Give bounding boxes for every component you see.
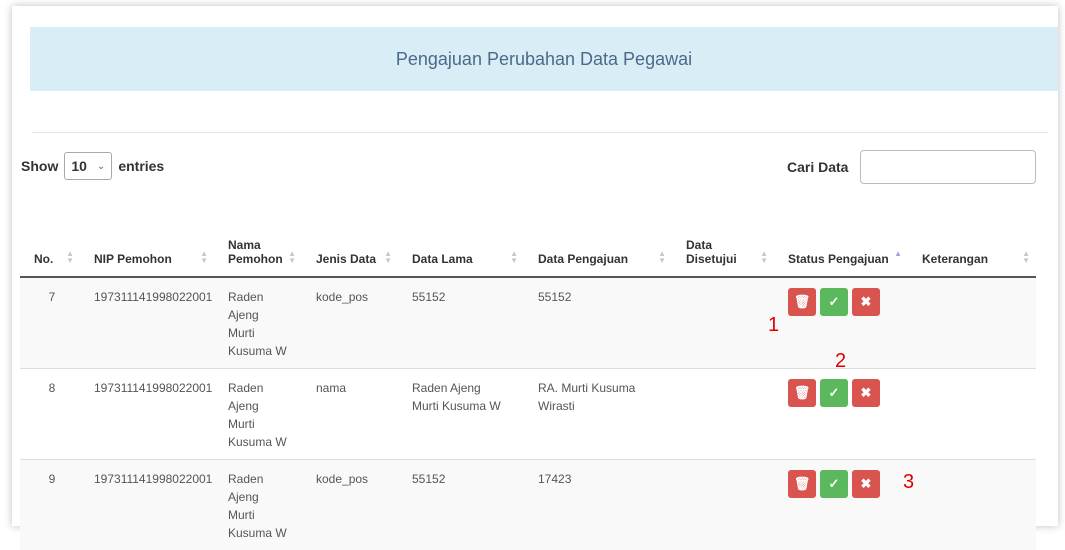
cell-nama: Raden Ajeng Murti Kusuma W bbox=[214, 277, 302, 369]
delete-button[interactable]: 🗑 bbox=[788, 288, 816, 316]
approve-button[interactable]: ✓ bbox=[820, 470, 848, 498]
sort-icon: ▲▼ bbox=[66, 250, 74, 264]
cell-pengajuan: 17423 bbox=[524, 460, 672, 550]
trash-icon: 🗑 bbox=[794, 384, 811, 402]
sort-asc-icon: ▲ bbox=[894, 250, 902, 257]
header-data-lama[interactable]: Data Lama▲▼ bbox=[398, 232, 524, 277]
header-nama[interactable]: Nama Pemohon▲▼ bbox=[214, 232, 302, 277]
approve-button[interactable]: ✓ bbox=[820, 288, 848, 316]
reject-button[interactable]: ✖ bbox=[852, 379, 880, 407]
header-nip[interactable]: NIP Pemohon▲▼ bbox=[80, 232, 214, 277]
cell-jenis: kode_pos bbox=[302, 460, 398, 550]
annotation-3: 3 bbox=[903, 471, 914, 494]
approve-button[interactable]: ✓ bbox=[820, 379, 848, 407]
search-label: Cari Data bbox=[787, 159, 848, 175]
divider bbox=[32, 132, 1048, 133]
check-square-icon: ✓ bbox=[829, 475, 840, 493]
close-icon: ✖ bbox=[861, 384, 872, 402]
header-jenis-data[interactable]: Jenis Data▲▼ bbox=[302, 232, 398, 277]
table-row: 9 197311141998022001 Raden Ajeng Murti K… bbox=[20, 460, 1036, 550]
cell-keterangan bbox=[908, 369, 1036, 460]
reject-button[interactable]: ✖ bbox=[852, 288, 880, 316]
cell-nama: Raden Ajeng Murti Kusuma W bbox=[214, 369, 302, 460]
sort-icon: ▲▼ bbox=[384, 250, 392, 264]
entries-control: Show 10 ⌄ entries bbox=[21, 152, 164, 180]
page-header: Pengajuan Perubahan Data Pegawai bbox=[30, 27, 1058, 91]
cell-nip: 197311141998022001 bbox=[80, 369, 214, 460]
close-icon: ✖ bbox=[861, 293, 872, 311]
entries-select[interactable]: 10 ⌄ bbox=[64, 152, 112, 180]
table-header-row: No.▲▼ NIP Pemohon▲▼ Nama Pemohon▲▼ Jenis… bbox=[20, 232, 1036, 277]
header-status-pengajuan[interactable]: Status Pengajuan▲ bbox=[774, 232, 908, 277]
cell-lama: 55152 bbox=[398, 460, 524, 550]
search-control: Cari Data bbox=[787, 150, 1036, 184]
header-no[interactable]: No.▲▼ bbox=[20, 232, 80, 277]
table-row: 7 197311141998022001 Raden Ajeng Murti K… bbox=[20, 277, 1036, 369]
annotation-2: 2 bbox=[835, 350, 846, 373]
cell-jenis: kode_pos bbox=[302, 277, 398, 369]
entries-value: 10 bbox=[71, 158, 87, 174]
action-buttons: 🗑 ✓ ✖ bbox=[788, 470, 894, 498]
page-title: Pengajuan Perubahan Data Pegawai bbox=[396, 49, 692, 70]
cell-no: 9 bbox=[20, 460, 80, 550]
sort-icon: ▲▼ bbox=[1022, 250, 1030, 264]
header-data-pengajuan[interactable]: Data Pengajuan▲▼ bbox=[524, 232, 672, 277]
trash-icon: 🗑 bbox=[794, 475, 811, 493]
header-keterangan[interactable]: Keterangan▲▼ bbox=[908, 232, 1036, 277]
annotation-1: 1 bbox=[768, 314, 779, 337]
cell-status: 🗑 ✓ ✖ bbox=[774, 460, 908, 550]
show-label: Show bbox=[21, 158, 58, 174]
sort-icon: ▲▼ bbox=[658, 250, 666, 264]
sort-icon: ▲▼ bbox=[288, 250, 296, 264]
cell-pengajuan: RA. Murti Kusuma Wirasti bbox=[524, 369, 672, 460]
cell-jenis: nama bbox=[302, 369, 398, 460]
delete-button[interactable]: 🗑 bbox=[788, 379, 816, 407]
cell-disetujui bbox=[672, 277, 774, 369]
sort-icon: ▲▼ bbox=[510, 250, 518, 264]
cell-pengajuan: 55152 bbox=[524, 277, 672, 369]
cell-lama: Raden Ajeng Murti Kusuma W bbox=[398, 369, 524, 460]
trash-icon: 🗑 bbox=[794, 293, 811, 311]
cell-disetujui bbox=[672, 460, 774, 550]
cell-lama: 55152 bbox=[398, 277, 524, 369]
cell-keterangan bbox=[908, 460, 1036, 550]
action-buttons: 🗑 ✓ ✖ bbox=[788, 288, 894, 316]
table-row: 8 197311141998022001 Raden Ajeng Murti K… bbox=[20, 369, 1036, 460]
header-data-disetujui[interactable]: Data Disetujui▲▼ bbox=[672, 232, 774, 277]
close-icon: ✖ bbox=[861, 475, 872, 493]
reject-button[interactable]: ✖ bbox=[852, 470, 880, 498]
delete-button[interactable]: 🗑 bbox=[788, 470, 816, 498]
search-input[interactable] bbox=[860, 150, 1036, 184]
action-buttons: 🗑 ✓ ✖ bbox=[788, 379, 894, 407]
sort-icon: ▲▼ bbox=[200, 250, 208, 264]
cell-nama: Raden Ajeng Murti Kusuma W bbox=[214, 460, 302, 550]
data-table: No.▲▼ NIP Pemohon▲▼ Nama Pemohon▲▼ Jenis… bbox=[20, 232, 1036, 550]
cell-keterangan bbox=[908, 277, 1036, 369]
cell-nip: 197311141998022001 bbox=[80, 460, 214, 550]
cell-no: 8 bbox=[20, 369, 80, 460]
cell-status: 🗑 ✓ ✖ bbox=[774, 369, 908, 460]
cell-no: 7 bbox=[20, 277, 80, 369]
check-square-icon: ✓ bbox=[829, 293, 840, 311]
sort-icon: ▲▼ bbox=[760, 250, 768, 264]
cell-nip: 197311141998022001 bbox=[80, 277, 214, 369]
chevron-down-icon: ⌄ bbox=[97, 161, 105, 172]
entries-label: entries bbox=[118, 158, 164, 174]
cell-disetujui bbox=[672, 369, 774, 460]
check-square-icon: ✓ bbox=[829, 384, 840, 402]
